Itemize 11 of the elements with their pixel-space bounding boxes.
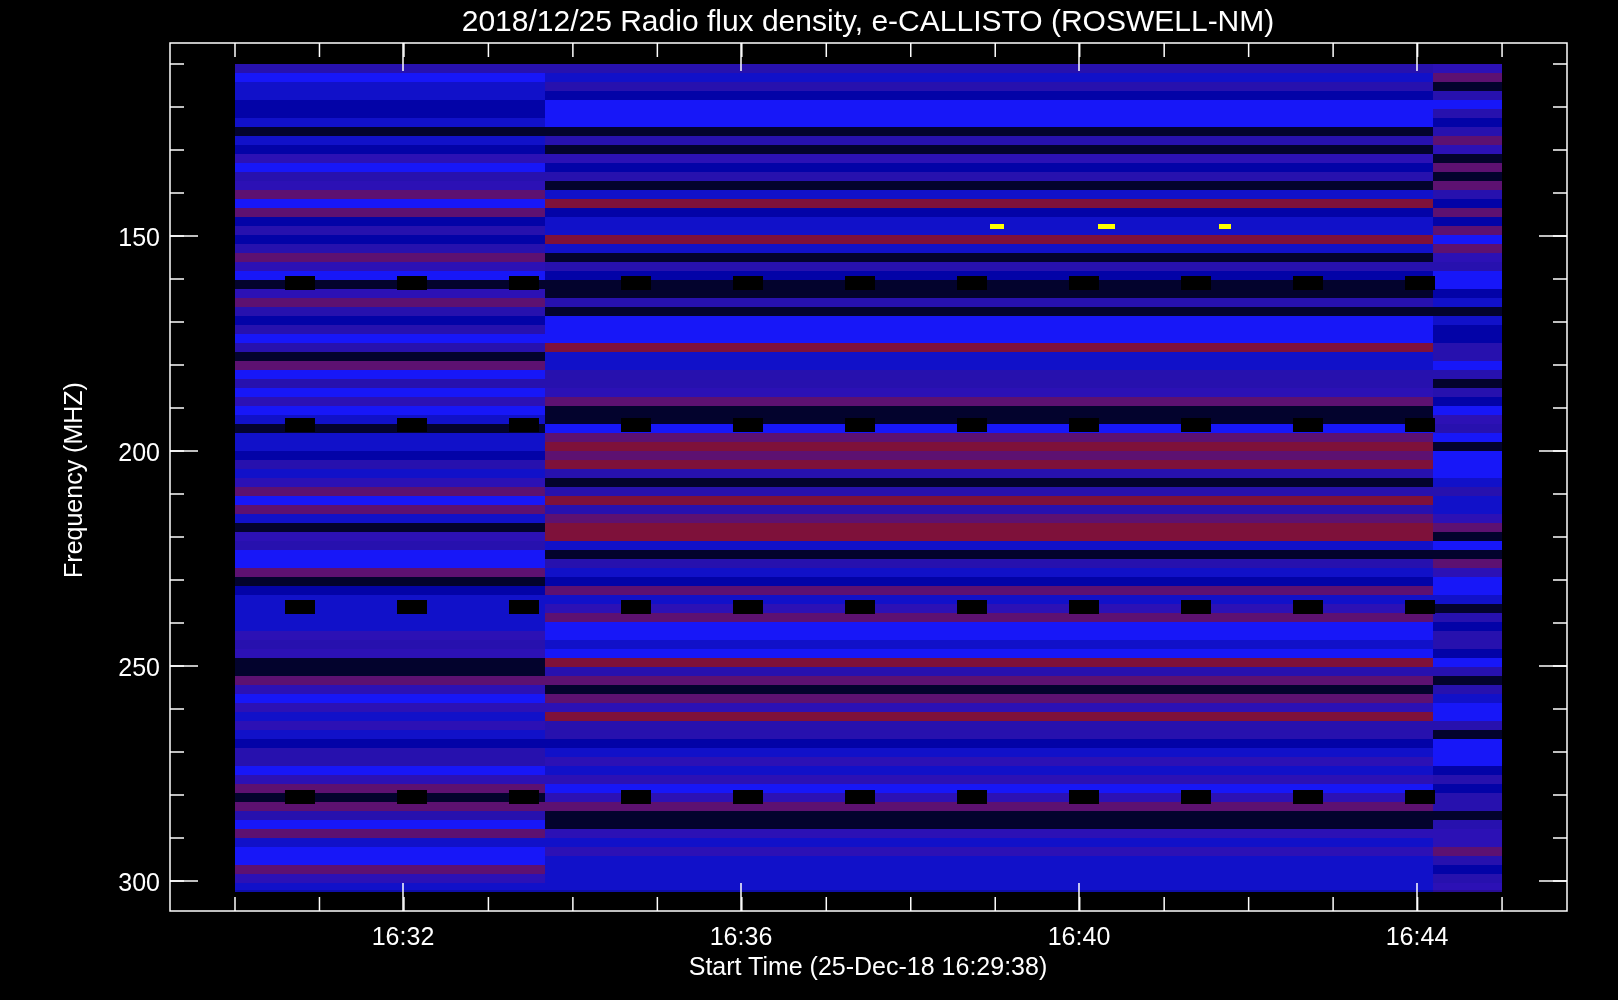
y-tick-label: 250: [118, 653, 160, 681]
x-tick-label: 16:36: [709, 922, 773, 950]
x-tick-label: 16:32: [371, 922, 435, 950]
y-tick-label: 150: [118, 223, 160, 251]
y-tick-label: 200: [118, 438, 160, 466]
x-tick-label: 16:40: [1047, 922, 1111, 950]
y-tick-label: 300: [118, 868, 160, 896]
x-tick-label: 16:44: [1385, 922, 1449, 950]
chart-title: 2018/12/25 Radio flux density, e-CALLISTO (ROSWELL-NM): [461, 4, 1275, 37]
y-axis-label: Frequency (MHZ): [59, 382, 87, 578]
x-axis-label: Start Time (25-Dec-18 16:29:38): [688, 952, 1048, 980]
